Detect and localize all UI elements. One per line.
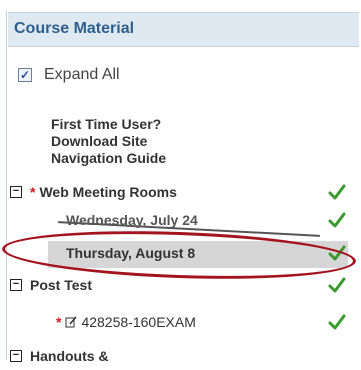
tree-item-label: Web Meeting Rooms	[39, 184, 177, 200]
panel-title: Course Material	[14, 20, 135, 37]
edit-icon	[65, 316, 78, 328]
expand-all-label: Expand All	[44, 66, 120, 83]
guide-line-2[interactable]: Download Site	[51, 133, 166, 150]
required-marker: *	[30, 184, 36, 200]
guide-line-3[interactable]: Navigation Guide	[51, 150, 166, 167]
expand-all-control[interactable]: ✓ Expand All	[18, 64, 120, 86]
tree-item-handouts[interactable]: − Handouts &	[0, 344, 361, 370]
tree-item-web-meeting-rooms[interactable]: − * Web Meeting Rooms	[0, 180, 361, 206]
minus-box-icon[interactable]: −	[10, 279, 22, 291]
minus-box-icon[interactable]: −	[10, 186, 22, 198]
green-check-icon	[328, 184, 346, 200]
tree-item-label[interactable]: Handouts &	[30, 348, 109, 364]
course-material-panel: Course Material ✓ Expand All First Time …	[0, 0, 361, 364]
navigation-guide-link[interactable]: First Time User? Download Site Navigatio…	[51, 116, 166, 167]
expand-all-checkbox[interactable]: ✓	[18, 68, 32, 82]
guide-line-1[interactable]: First Time User?	[51, 116, 166, 133]
green-check-icon	[328, 212, 346, 228]
panel-header: Course Material	[8, 12, 359, 47]
tree-item-wednesday[interactable]: Wednesday, July 24	[0, 208, 361, 234]
tree-item-post-test[interactable]: − Post Test	[0, 273, 361, 299]
green-check-icon	[328, 277, 346, 293]
required-marker: *	[56, 314, 62, 330]
tree-item-label[interactable]: Post Test	[30, 277, 92, 293]
tree-item-exam[interactable]: * 428258-160EXAM	[0, 310, 361, 336]
minus-box-icon[interactable]: −	[10, 350, 22, 362]
green-check-icon	[328, 314, 346, 330]
tree-item-label: 428258-160EXAM	[81, 314, 196, 330]
